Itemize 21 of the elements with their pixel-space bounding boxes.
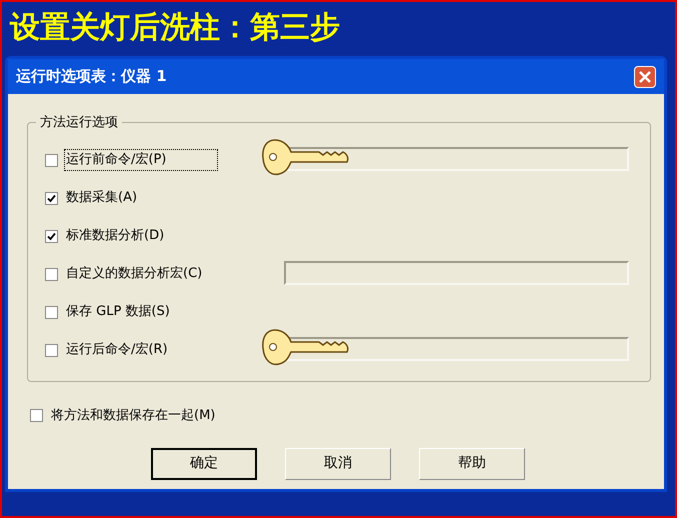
- checkbox-label[interactable]: 标准数据分析(D): [64, 225, 166, 247]
- checkbox-label[interactable]: 将方法和数据保存在一起(M): [51, 406, 216, 426]
- checkbox[interactable]: [45, 154, 58, 166]
- checkbox[interactable]: [45, 192, 58, 204]
- checkbox-label[interactable]: 自定义的数据分析宏(C): [64, 263, 204, 285]
- checkbox-label[interactable]: 运行后命令/宏(R): [64, 339, 170, 361]
- window-title: 运行时选项表：仪器 1: [16, 66, 167, 88]
- close-button[interactable]: [634, 66, 656, 88]
- close-icon: [639, 70, 651, 82]
- checkbox[interactable]: [45, 344, 58, 356]
- dialog-button[interactable]: 确定: [151, 448, 257, 480]
- checkbox[interactable]: [45, 230, 58, 242]
- checkbox-label[interactable]: 数据采集(A): [64, 187, 140, 209]
- checkbox-label[interactable]: 运行前命令/宏(P): [64, 149, 218, 171]
- dialog-button[interactable]: 取消: [285, 448, 391, 480]
- checkbox[interactable]: [45, 268, 58, 280]
- checkbox-label[interactable]: 保存 GLP 数据(S): [64, 301, 172, 323]
- checkbox[interactable]: [45, 306, 58, 318]
- dialog-button[interactable]: 帮助: [419, 448, 525, 480]
- checkbox[interactable]: [30, 409, 43, 422]
- slide-title: 设置关灯后洗柱：第三步: [8, 9, 341, 47]
